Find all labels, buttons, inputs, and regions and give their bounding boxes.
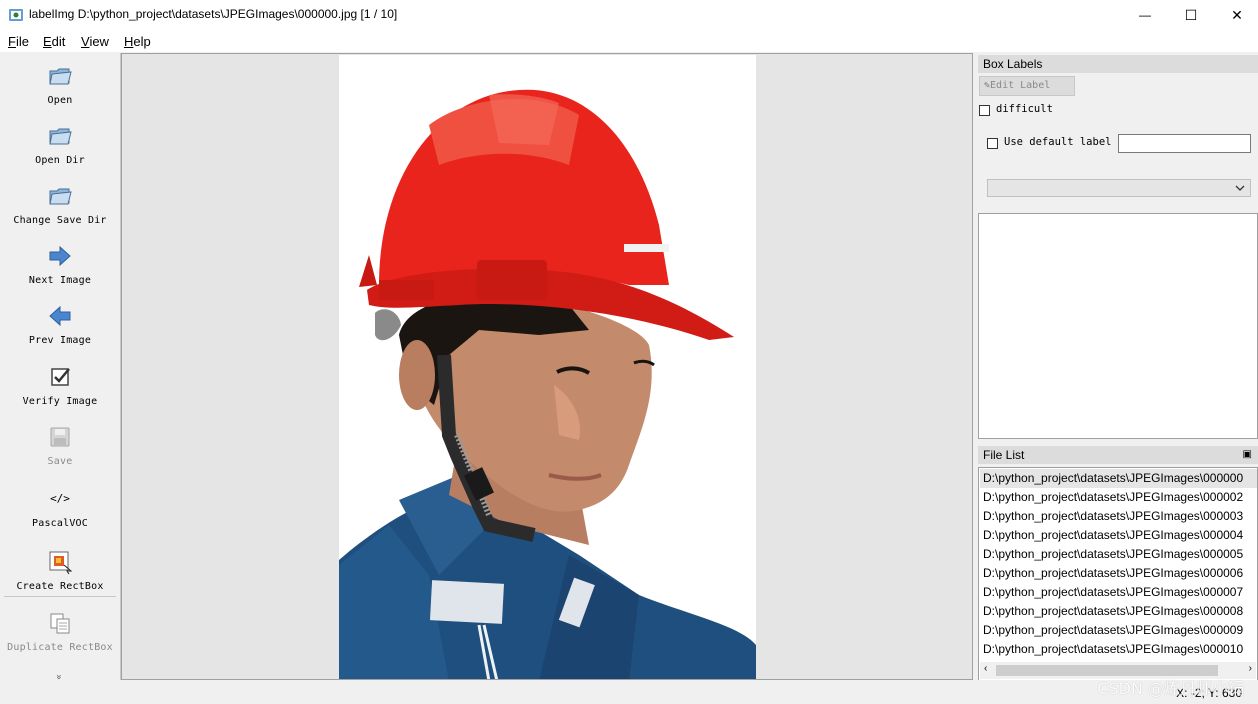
annotated-image[interactable] [339, 55, 756, 679]
file-list-item[interactable]: D:\python_project\datasets\JPEGImages\00… [983, 602, 1243, 621]
menu-edit[interactable]: Edit [43, 34, 65, 49]
draw-rect-icon [47, 549, 73, 575]
file-list-title-text: File List [983, 448, 1025, 462]
save-label: Save [47, 456, 73, 467]
scroll-left-icon[interactable]: ‹ [984, 663, 987, 674]
label-dropdown[interactable] [987, 179, 1251, 197]
prev-image-label: Prev Image [28, 335, 92, 346]
minimize-button[interactable]: — [1122, 0, 1168, 30]
file-list-item[interactable]: D:\python_project\datasets\JPEGImages\00… [983, 564, 1243, 583]
arrow-right-icon [47, 243, 73, 269]
menu-file-label: ile [15, 34, 29, 49]
create-rectbox-label: Create RectBox [16, 581, 104, 592]
next-image-label: Next Image [28, 275, 92, 286]
change-save-dir-label: Change Save Dir [13, 215, 107, 226]
watermark-text: CSDN @炼丹师小锅 [1097, 679, 1244, 698]
menu-help[interactable]: Help [124, 34, 151, 49]
label-list[interactable] [978, 213, 1258, 439]
next-image-button[interactable]: Next Image [0, 243, 120, 286]
open-label: Open [47, 95, 73, 106]
file-list[interactable]: D:\python_project\datasets\JPEGImages\00… [978, 467, 1258, 681]
maximize-icon: ☐ [1184, 6, 1198, 23]
code-format-icon: </> [50, 492, 70, 505]
duplicate-rectbox-label: Duplicate RectBox [7, 642, 113, 653]
status-bar: X: -2; Y: 630 [0, 680, 1258, 704]
toolbar: Open Open Dir Change Save Dir Next Image… [0, 53, 121, 680]
maximize-button[interactable]: ☐ [1168, 0, 1214, 30]
worker-helmet-photo [339, 55, 756, 679]
open-dir-button[interactable]: Open Dir [0, 123, 120, 166]
menu-edit-key: E [43, 34, 52, 49]
title-bar: labelImg D:\python_project\datasets\JPEG… [0, 0, 1258, 30]
open-button[interactable]: Open [0, 63, 120, 106]
folder-open-icon [47, 183, 73, 209]
copy-icon [47, 610, 73, 636]
edit-label-text: Edit Label [990, 80, 1051, 91]
chevron-down-icon: » [54, 674, 65, 680]
scroll-right-icon[interactable]: › [1249, 663, 1252, 674]
close-button[interactable]: ✕ [1214, 0, 1258, 30]
verify-image-label: Verify Image [22, 396, 98, 407]
file-list-item[interactable]: D:\python_project\datasets\JPEGImages\00… [983, 621, 1243, 640]
right-panel: Box Labels ✎Edit Label difficult Use def… [975, 53, 1258, 681]
menu-file[interactable]: File [8, 34, 29, 49]
file-list-item[interactable]: D:\python_project\datasets\JPEGImages\00… [983, 545, 1243, 564]
difficult-label: difficult [996, 103, 1053, 115]
difficult-checkbox[interactable] [979, 105, 990, 116]
verify-image-button[interactable]: Verify Image [0, 364, 120, 407]
duplicate-rectbox-button[interactable]: Duplicate RectBox [0, 610, 120, 653]
prev-image-button[interactable]: Prev Image [0, 303, 120, 346]
floppy-disk-icon [47, 424, 73, 450]
window-title: labelImg D:\python_project\datasets\JPEG… [29, 7, 398, 21]
use-default-label-text: Use default label [1004, 136, 1112, 148]
format-label: PascalVOC [32, 518, 88, 529]
file-list-item[interactable]: D:\python_project\datasets\JPEGImages\00… [983, 507, 1243, 526]
toolbar-separator [4, 596, 116, 597]
file-list-item[interactable]: D:\python_project\datasets\JPEGImages\00… [983, 526, 1243, 545]
change-save-dir-button[interactable]: Change Save Dir [0, 183, 120, 226]
file-list-item[interactable]: D:\python_project\datasets\JPEGImages\00… [980, 469, 1257, 488]
menu-bar: File Edit View Help [0, 30, 1258, 52]
menu-help-key: H [124, 34, 134, 49]
edit-label-button[interactable]: ✎Edit Label [979, 76, 1075, 96]
file-list-item[interactable]: D:\python_project\datasets\JPEGImages\00… [983, 488, 1243, 507]
format-toggle-button[interactable]: </> PascalVOC [0, 486, 120, 529]
labelimg-app-icon [8, 7, 24, 23]
use-default-label-checkbox[interactable] [987, 138, 998, 149]
save-button[interactable]: Save [0, 424, 120, 467]
menu-view-label: iew [89, 34, 109, 49]
box-labels-title: Box Labels [978, 55, 1258, 73]
chevron-down-icon [1235, 185, 1245, 191]
minimize-icon: — [1139, 8, 1151, 22]
arrow-left-icon [47, 303, 73, 329]
menu-edit-label: dit [51, 34, 66, 49]
default-label-input[interactable] [1118, 134, 1251, 153]
file-list-item[interactable]: D:\python_project\datasets\JPEGImages\00… [983, 640, 1243, 659]
menu-file-key: F [8, 34, 16, 49]
open-dir-label: Open Dir [35, 155, 85, 166]
folder-open-icon [47, 123, 73, 149]
create-rectbox-button[interactable]: Create RectBox [0, 549, 120, 592]
menu-view[interactable]: View [81, 34, 109, 49]
folder-open-icon [47, 63, 73, 89]
image-canvas[interactable] [121, 53, 973, 680]
undock-icon[interactable]: ▣ [1243, 446, 1252, 464]
checkbox-checked-icon [47, 364, 73, 390]
file-list-title: File List ▣ [978, 446, 1258, 464]
file-list-item[interactable]: D:\python_project\datasets\JPEGImages\00… [983, 583, 1243, 602]
close-icon: ✕ [1231, 6, 1243, 23]
menu-help-label: elp [133, 34, 151, 49]
